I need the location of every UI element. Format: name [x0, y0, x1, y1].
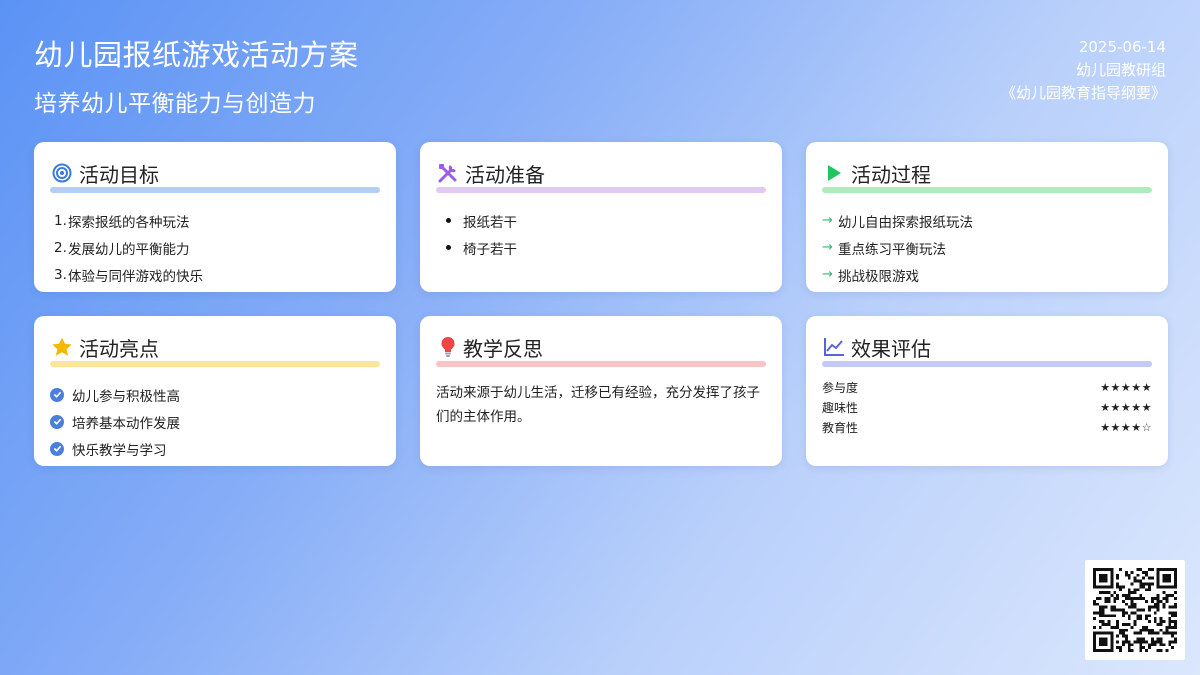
card-goals: 活动目标 1. 探索报纸的各种玩法 2. 发展幼儿的平衡能力 3. 体验与同伴游戏的快…	[34, 142, 396, 292]
meta-reference: 《幼儿园教育指导纲要》	[1000, 84, 1166, 102]
accent-bar	[50, 361, 380, 367]
rating-stars: ★★★★☆	[1100, 420, 1152, 434]
rating-stars: ★★★★★	[1100, 400, 1152, 414]
check-icon	[50, 414, 64, 429]
check-icon	[50, 387, 64, 402]
list-item: → 挑战极限游戏	[822, 267, 919, 285]
list-item: 3. 体验与同伴游戏的快乐	[54, 266, 203, 285]
arrow-icon: →	[822, 213, 833, 228]
list-item: 幼儿参与积极性高	[50, 381, 380, 408]
eval-row: 趣味性 ★★★★★	[822, 400, 1152, 415]
play-icon	[823, 162, 845, 184]
list-item: 报纸若干	[436, 207, 766, 234]
list-item: 培养基本动作发展	[50, 408, 380, 435]
rating-stars: ★★★★★	[1100, 380, 1152, 394]
card-title: 活动准备	[465, 162, 545, 187]
eval-row: 教育性 ★★★★☆	[822, 420, 1152, 435]
card-title: 活动亮点	[79, 336, 159, 361]
list-item: 快乐教学与学习	[50, 435, 380, 462]
chart-icon	[823, 336, 845, 358]
qr-code-icon	[1085, 560, 1185, 660]
page-header: 幼儿园报纸游戏活动方案 培养幼儿平衡能力与创造力	[34, 32, 359, 118]
star-icon	[51, 336, 73, 358]
eval-row: 参与度 ★★★★★	[822, 380, 1152, 395]
accent-bar	[436, 187, 766, 193]
list-item: → 重点练习平衡玩法	[822, 240, 946, 258]
arrow-icon: →	[822, 240, 833, 255]
page-title: 幼儿园报纸游戏活动方案	[34, 38, 359, 72]
meta-author: 幼儿园教研组	[1075, 61, 1166, 79]
target-icon	[51, 162, 73, 184]
list-item: → 幼儿自由探索报纸玩法	[822, 213, 973, 231]
meta-info: 2025-06-14 幼儿园教研组 《幼儿园教育指导纲要》	[1001, 36, 1166, 105]
accent-bar	[822, 361, 1152, 367]
card-title: 活动目标	[79, 162, 159, 187]
meta-date: 2025-06-14	[1078, 38, 1166, 56]
arrow-icon: →	[822, 267, 833, 282]
accent-bar	[822, 187, 1152, 193]
list-item: 2. 发展幼儿的平衡能力	[54, 239, 190, 258]
page-subtitle: 培养幼儿平衡能力与创造力	[34, 91, 316, 117]
list-item: 椅子若干	[436, 234, 766, 261]
accent-bar	[436, 361, 766, 367]
reflection-text: 活动来源于幼儿生活，迁移已有经验，充分发挥了孩子们的主体作用。	[436, 385, 760, 425]
list-item: 1. 探索报纸的各种玩法	[54, 212, 190, 231]
card-process: 活动过程 → 幼儿自由探索报纸玩法 → 重点练习平衡玩法 → 挑战极限游戏	[806, 142, 1168, 292]
card-prep: 活动准备 报纸若干 椅子若干	[420, 142, 782, 292]
card-highlights: 活动亮点 幼儿参与积极性高 培养基本动作发展 快乐教学与学习	[34, 316, 396, 466]
tools-icon	[437, 162, 459, 184]
lightbulb-icon	[437, 336, 459, 358]
accent-bar	[50, 187, 380, 193]
card-title: 效果评估	[851, 336, 931, 361]
card-title: 活动过程	[851, 162, 931, 187]
card-evaluation: 效果评估 参与度 ★★★★★ 趣味性 ★★★★★ 教育性 ★★★★☆	[806, 316, 1168, 466]
card-title: 教学反思	[463, 336, 543, 361]
check-icon	[50, 441, 64, 456]
card-reflection: 教学反思 活动来源于幼儿生活，迁移已有经验，充分发挥了孩子们的主体作用。	[420, 316, 782, 466]
